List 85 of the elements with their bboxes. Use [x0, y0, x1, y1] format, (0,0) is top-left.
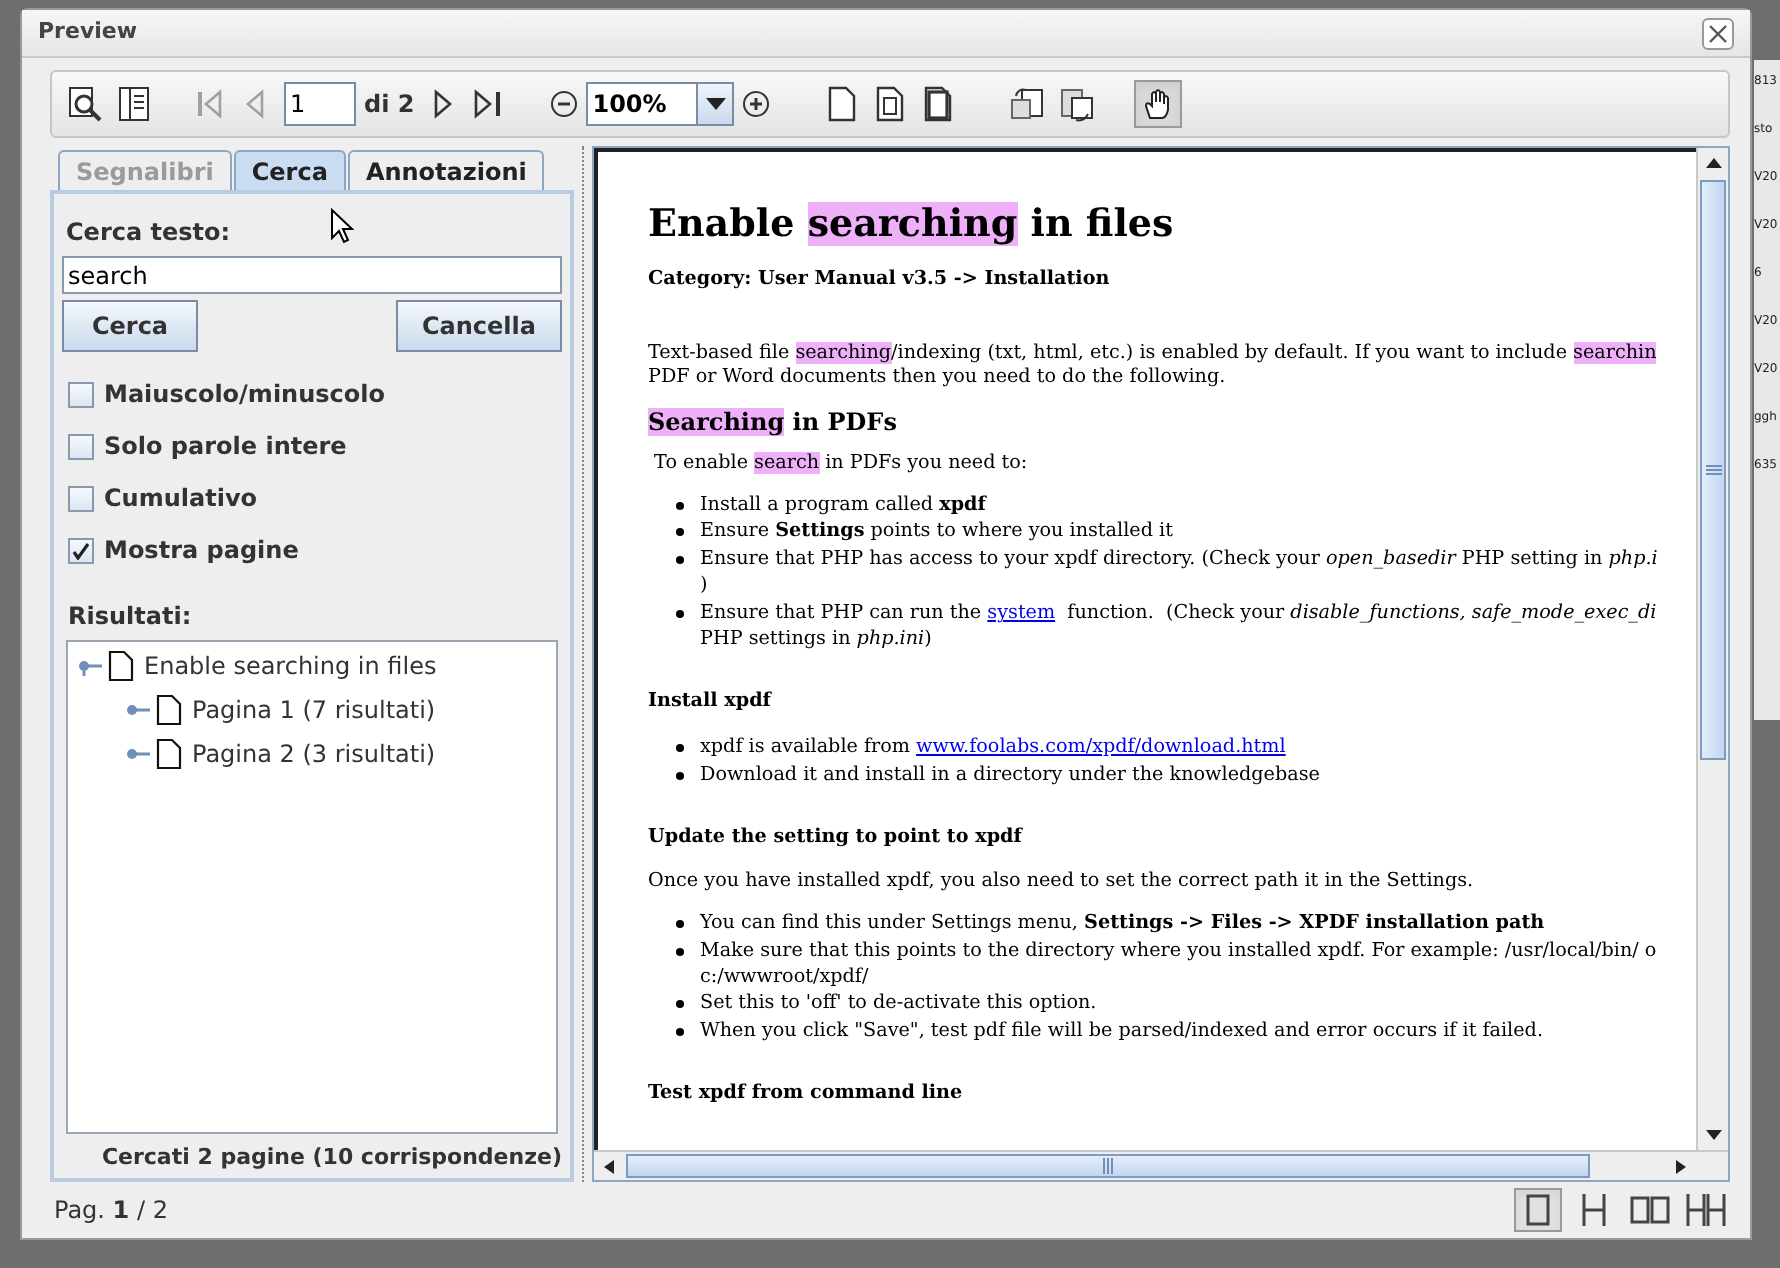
tab[interactable]: Cerca	[233, 150, 346, 190]
paragraph-line: PDF or Word documents then you need to do the following.	[648, 366, 1228, 390]
tree-item[interactable]: Enable searching in files	[144, 648, 437, 684]
collapsed-node-icon[interactable]	[124, 744, 152, 764]
list-item-text: Ensure that PHP can run the system function. (Check your disable_functions, safe_mode_exec_di	[700, 599, 1657, 627]
checkbox[interactable]	[68, 537, 94, 563]
list-item-text: Ensure Settings points to where you installed it	[700, 518, 1173, 546]
heading: Searching in PDFs	[648, 406, 899, 438]
page-icon[interactable]	[874, 86, 907, 122]
list-item-text: Make sure that this points to the directory where you installed xpdf. For example: /usr/local/bin/ o	[700, 937, 1657, 965]
window-title: Preview	[38, 16, 138, 49]
zoom-field[interactable]: 100%	[586, 82, 735, 126]
results-summary: Cercati 2 pagine (10 corrispondenze)	[101, 1141, 562, 1173]
heading: Update the setting to point to xpdf	[648, 824, 1025, 853]
sidebar-icon[interactable]	[116, 86, 152, 122]
rotate-left-icon[interactable]	[1010, 86, 1047, 122]
results-label: Risultati:	[66, 600, 194, 634]
mouse-cursor-icon	[330, 208, 354, 244]
checkbox-label: Cumulativo	[104, 482, 258, 516]
bullet-icon	[676, 1000, 684, 1009]
collapsed-node-icon[interactable]	[124, 700, 152, 720]
heading: Test xpdf from command line	[648, 1080, 965, 1109]
horizontal-scrollbar[interactable]	[594, 1150, 1728, 1180]
bullet-icon	[676, 744, 684, 753]
rotate-right-icon[interactable]	[1058, 86, 1095, 122]
list-item-text: c:/wwwroot/xpdf/	[700, 964, 871, 991]
list-item-text: Set this to 'off' to de-activate this option.	[700, 990, 1097, 1018]
bullet-icon	[676, 502, 684, 510]
link[interactable]: www.foolabs.com/xpdf/download.html	[916, 736, 1286, 759]
checkbox[interactable]	[68, 433, 94, 459]
bullet-icon	[676, 920, 684, 929]
bullet-icon	[676, 771, 684, 780]
list-item-text: )	[700, 572, 710, 600]
search-icon[interactable]	[68, 86, 104, 122]
tab[interactable]: Annotazioni	[347, 150, 545, 190]
expanded-node-icon[interactable]	[76, 656, 104, 676]
zoom-in-icon[interactable]	[742, 90, 771, 118]
zoom-out-icon[interactable]	[550, 90, 579, 118]
list-item-text: Install a program called xpdf	[700, 492, 986, 519]
bullet-icon	[676, 555, 684, 564]
bullet-icon	[676, 528, 684, 537]
heading: Enable searching in files	[648, 200, 1176, 250]
view-mode-button[interactable]	[1514, 1188, 1562, 1232]
search-label: Cerca testo:	[64, 216, 233, 250]
bullet-icon	[676, 1027, 684, 1036]
list-item-text: Download it and install in a directory under the knowledgebase	[700, 761, 1320, 789]
tree-item[interactable]: Pagina 1 (7 risultati)	[192, 692, 436, 728]
page-status: Pag. 1 / 2	[52, 1194, 168, 1228]
list-item-text: You can find this under Settings menu, Settings -> Files -> XPDF installation path	[700, 910, 1545, 938]
paragraph-line: Once you have installed xpdf, you also need to set the correct path it in the Settings.	[648, 870, 1476, 895]
list-item-text: xpdf is available from www.foolabs.com/xpdf/download.html	[700, 734, 1286, 762]
tree-item[interactable]: Pagina 2 (3 risultati)	[192, 736, 436, 772]
scroll-thumb[interactable]	[1700, 180, 1726, 760]
view-mode-button[interactable]	[1682, 1188, 1730, 1232]
search-button[interactable]: Cerca	[62, 300, 198, 352]
document-icon	[108, 650, 134, 682]
bullet-icon	[676, 609, 684, 618]
cancel-button[interactable]: Cancella	[396, 300, 562, 352]
link[interactable]: system	[987, 601, 1056, 624]
checkbox[interactable]	[68, 381, 94, 407]
list-item-text: PHP settings in php.ini)	[700, 626, 934, 653]
dropdown-caret-icon[interactable]	[705, 98, 726, 110]
paragraph-line: Text-based file searching/indexing (txt, html, etc.) is enabled by default. If you want to include searchin	[648, 342, 1659, 366]
hand-tool-icon[interactable]	[1134, 80, 1183, 128]
two-pages-continuous-icon	[1686, 1190, 1726, 1230]
checkbox-label: Maiuscolo/minuscolo	[104, 378, 385, 412]
checkbox-label: Solo parole intere	[104, 430, 347, 464]
page-field[interactable]: 1	[284, 82, 356, 126]
category-line: Category: User Manual v3.5 -> Installation	[648, 266, 1112, 294]
page-icon[interactable]	[922, 86, 955, 122]
search-field[interactable]: search	[62, 256, 562, 294]
heading: Install xpdf	[648, 688, 774, 717]
checkbox-label: Mostra pagine	[104, 534, 299, 568]
bullet-icon	[676, 947, 684, 956]
list-item-text: When you click "Save", test pdf file will be parsed/indexed and error occurs if it failed.	[700, 1017, 1543, 1045]
document-icon	[156, 694, 182, 726]
page-icon[interactable]	[826, 86, 859, 122]
document-icon	[156, 738, 182, 770]
list-item-text: Ensure that PHP has access to your xpdf directory. (Check your open_basedir PHP setting in php.i	[700, 545, 1658, 573]
vertical-scrollbar[interactable]	[1696, 148, 1728, 1150]
paragraph-line: To enable search in PDFs you need to:	[652, 452, 1030, 476]
scroll-thumb[interactable]	[626, 1154, 1590, 1178]
page-count: di 2	[364, 88, 415, 122]
checkbox[interactable]	[68, 485, 94, 511]
close-icon[interactable]	[1702, 17, 1734, 49]
